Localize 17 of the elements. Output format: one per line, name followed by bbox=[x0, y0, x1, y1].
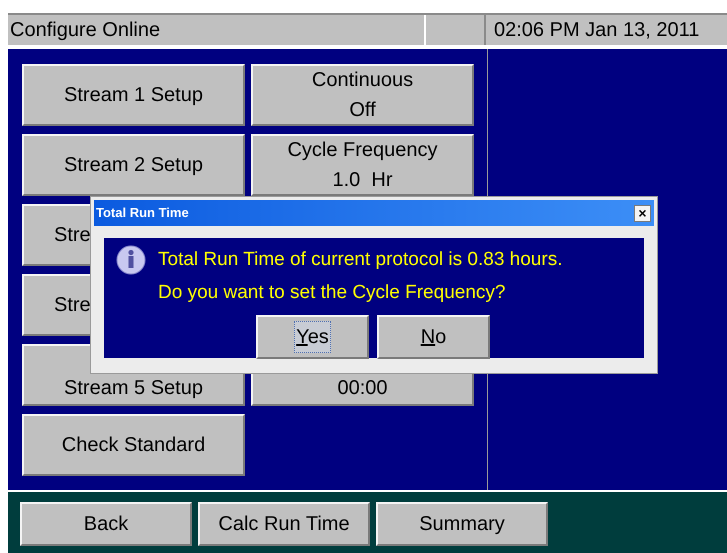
nav-button[interactable]: Summary bbox=[376, 502, 548, 546]
dialog-title: Total Run Time bbox=[96, 204, 189, 222]
nav-button[interactable]: Back bbox=[20, 502, 192, 546]
dialog-button[interactable]: No bbox=[377, 315, 490, 359]
menu-button[interactable]: Stream 1 Setup bbox=[22, 64, 245, 126]
menu-button[interactable]: Cycle Frequency 1.0 Hr bbox=[251, 134, 474, 196]
screen-title: Configure Online bbox=[8, 15, 426, 45]
dialog-message: Total Run Time of current protocol is 0.83 hours. bbox=[158, 248, 562, 272]
close-button[interactable]: × bbox=[634, 204, 651, 222]
menu-button[interactable]: Continuous Off bbox=[251, 64, 474, 126]
dialog-message: Do you want to set the Cycle Frequency? bbox=[158, 281, 506, 305]
info-icon bbox=[116, 245, 146, 275]
date-time: 02:06 PM Jan 13, 2011 bbox=[493, 18, 700, 43]
menu-button[interactable]: Stream 2 Setup bbox=[22, 134, 245, 196]
dialog-button[interactable]: Yes bbox=[256, 315, 369, 359]
menu-button[interactable]: Check Standard bbox=[22, 414, 245, 476]
nav-button[interactable]: Calc Run Time bbox=[198, 502, 370, 546]
